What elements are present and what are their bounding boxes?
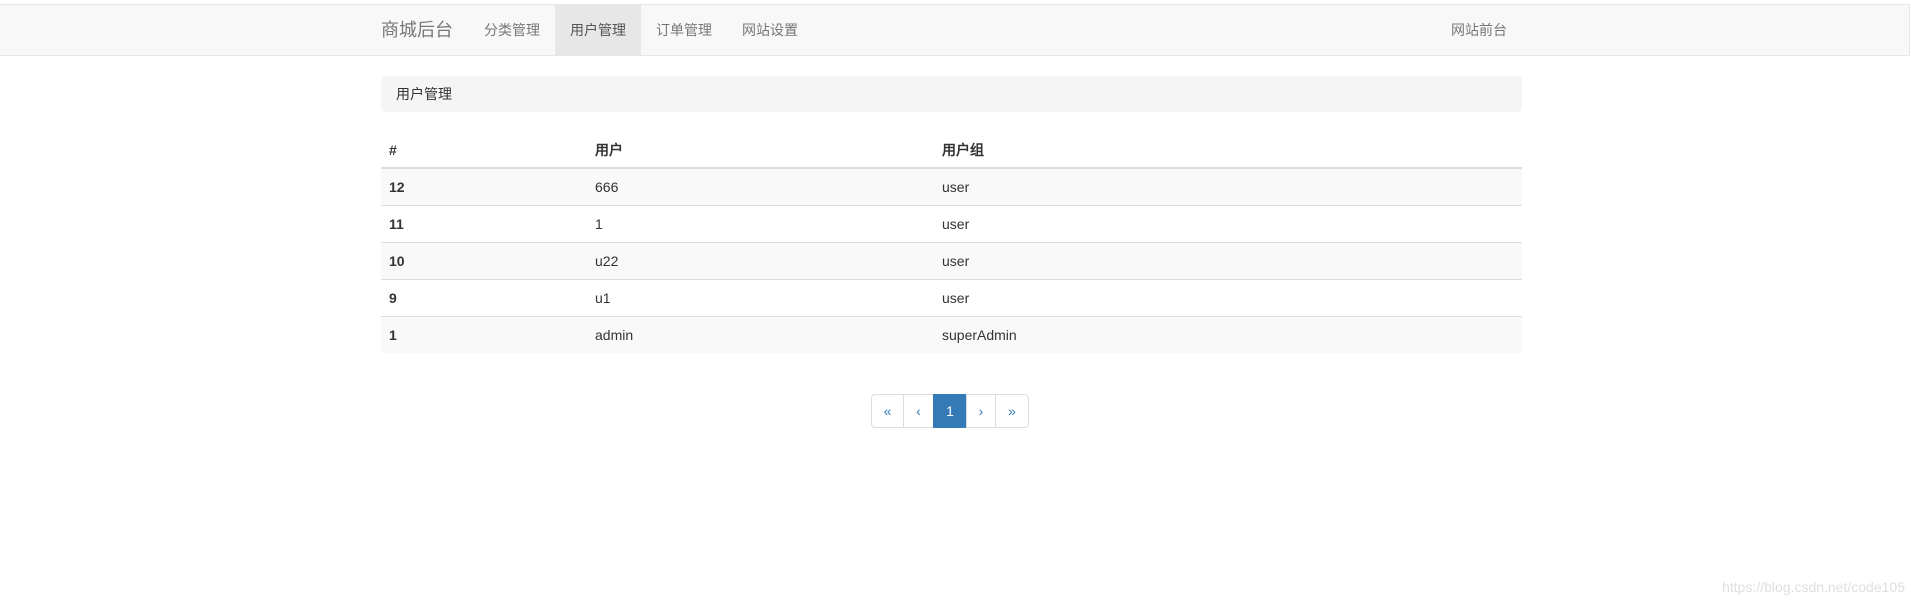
cell-user-group: user [934, 241, 1522, 279]
next-page-button[interactable]: › [966, 394, 996, 428]
table-row: 10 u22 user [381, 241, 1522, 279]
nav-item-site-settings[interactable]: 网站设置 [727, 5, 813, 55]
cell-username: 1 [587, 204, 934, 242]
watermark: https://blog.csdn.net/code105 [1722, 579, 1905, 595]
table-row: 9 u1 user [381, 278, 1522, 316]
first-page-button[interactable]: « [871, 394, 904, 428]
table-row: 12 666 user [381, 168, 1522, 205]
cell-user-group: user [934, 204, 1522, 242]
cell-username: 666 [595, 178, 619, 195]
navbar-brand[interactable]: 商城后台 [381, 5, 453, 55]
users-table: # 用户 用户组 12 666 user 11 1 user 10 u22 us… [381, 132, 1522, 353]
cell-username: u1 [587, 278, 934, 316]
table-row: 11 1 user [381, 204, 1522, 242]
pagination: « ‹ 1 › » [871, 394, 1029, 428]
top-navbar: 商城后台 分类管理 用户管理 订单管理 网站设置 网站前台 [0, 4, 1910, 56]
cell-id: 11 [381, 204, 587, 242]
current-page-button[interactable]: 1 [933, 394, 967, 428]
column-header-id: # [381, 132, 587, 169]
cell-id: 1 [381, 315, 587, 353]
nav-item-category-management[interactable]: 分类管理 [469, 5, 555, 55]
cell-id: 9 [381, 278, 587, 316]
nav-item-site-frontend[interactable]: 网站前台 [1436, 5, 1522, 55]
cell-user-group: superAdmin [934, 315, 1522, 353]
page-title: 用户管理 [381, 76, 1522, 112]
column-header-user: 用户 [587, 132, 934, 169]
cell-username: u22 [587, 241, 934, 279]
table-header-row: # 用户 用户组 [381, 132, 1522, 169]
navbar-menu: 分类管理 用户管理 订单管理 网站设置 [469, 5, 813, 55]
column-header-user-group: 用户组 [934, 132, 1522, 169]
last-page-button[interactable]: » [995, 394, 1029, 428]
cell-user-group: user [942, 178, 970, 195]
navbar-container: 商城后台 分类管理 用户管理 订单管理 网站设置 网站前台 [381, 5, 1522, 55]
cell-id: 12 [389, 178, 405, 195]
nav-item-order-management[interactable]: 订单管理 [641, 5, 727, 55]
nav-item-user-management[interactable]: 用户管理 [555, 5, 641, 55]
cell-user-group: user [934, 278, 1522, 316]
table-row: 1 admin superAdmin [381, 315, 1522, 353]
previous-page-button[interactable]: ‹ [903, 394, 934, 428]
cell-id: 10 [381, 241, 587, 279]
cell-username: admin [587, 315, 934, 353]
